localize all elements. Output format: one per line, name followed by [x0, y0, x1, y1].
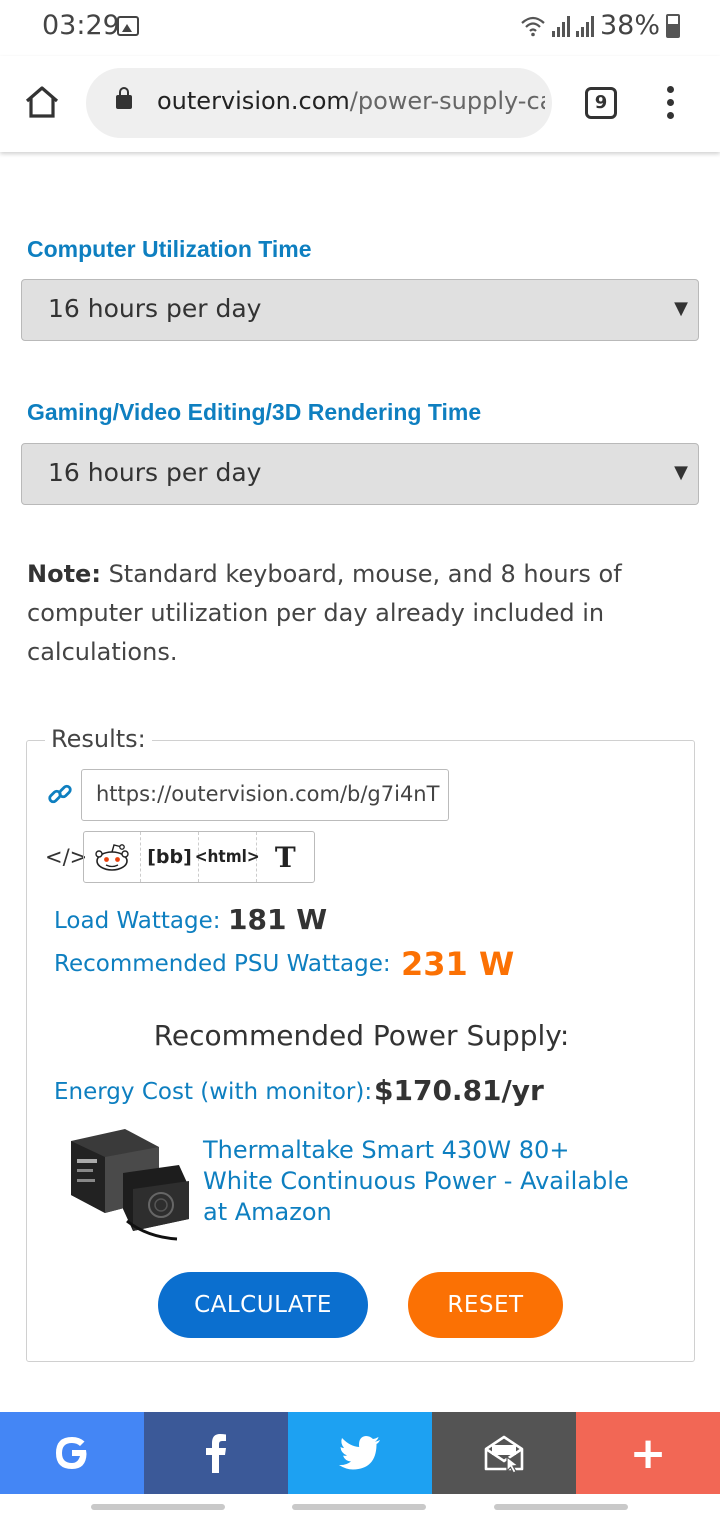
results-legend: Results: — [45, 725, 152, 753]
twitter-icon — [339, 1436, 380, 1470]
energy-cost-label: Energy Cost (with monitor): — [54, 1079, 373, 1105]
status-time: 03:29 — [42, 10, 120, 41]
tabs-icon[interactable]: 9 — [585, 87, 617, 119]
home-nav-button[interactable] — [292, 1504, 426, 1510]
battery-percent: 38% — [599, 10, 660, 41]
results-panel: Results: https://outervision.com/b/g7i4n… — [26, 725, 695, 1362]
psu-wattage-label: Recommended PSU Wattage: — [54, 951, 391, 977]
reddit-icon — [95, 844, 129, 871]
google-share-button[interactable] — [0, 1412, 144, 1494]
system-nav-bar — [0, 1494, 720, 1520]
chevron-down-icon: ▼ — [674, 462, 688, 483]
share-footer: + — [0, 1412, 720, 1494]
email-icon — [484, 1435, 524, 1473]
gallery-icon — [117, 16, 139, 36]
calculate-button[interactable]: CALCULATE — [158, 1272, 368, 1338]
note: Note: Standard keyboard, mouse, and 8 ho… — [27, 555, 667, 672]
embed-code-icon: </> — [45, 845, 88, 869]
share-url-input[interactable]: https://outervision.com/b/g7i4nT — [81, 769, 449, 821]
signal-icon — [551, 15, 570, 37]
more-share-button[interactable]: + — [576, 1412, 720, 1494]
reddit-share-button[interactable] — [84, 832, 142, 882]
menu-icon[interactable] — [664, 86, 676, 122]
link-icon — [48, 784, 72, 804]
load-wattage-value: 181 W — [228, 903, 328, 936]
gaming-select[interactable]: 16 hours per day ▼ — [21, 443, 699, 505]
chevron-down-icon: ▼ — [674, 298, 688, 319]
twitter-share-button[interactable] — [288, 1412, 432, 1494]
gaming-select-value: 16 hours per day — [48, 458, 262, 487]
address-bar[interactable]: outervision.com/power-supply-ca — [86, 68, 552, 138]
power-supply-image[interactable] — [67, 1129, 191, 1241]
url-text[interactable]: outervision.com/power-supply-ca — [157, 87, 545, 115]
status-bar: 03:29 38% — [0, 0, 720, 56]
energy-cost-value: $170.81/yr — [374, 1074, 544, 1107]
browser-toolbar: outervision.com/power-supply-ca 9 — [0, 56, 720, 152]
back-nav-button[interactable] — [494, 1504, 628, 1510]
facebook-icon — [206, 1434, 226, 1473]
status-indicators: 38% — [520, 10, 680, 41]
note-text: Standard keyboard, mouse, and 8 hours of… — [27, 560, 622, 666]
wifi-icon — [521, 16, 545, 36]
recommended-psu-title: Recommended Power Supply: — [153, 1019, 570, 1052]
share-toolbar: [bb] <html> T — [83, 831, 315, 883]
bbcode-share-button[interactable]: [bb] — [141, 832, 199, 882]
signal-icon-2 — [575, 15, 594, 37]
reset-button[interactable]: RESET — [408, 1272, 563, 1338]
gaming-label: Gaming/Video Editing/3D Rendering Time — [27, 399, 482, 425]
text-share-button[interactable]: T — [257, 832, 314, 882]
load-wattage-label: Load Wattage: — [54, 908, 221, 934]
recents-nav-button[interactable] — [91, 1504, 225, 1510]
note-label: Note: — [27, 560, 101, 588]
url-path: /power-supply-ca — [349, 87, 545, 115]
utilization-select-value: 16 hours per day — [48, 294, 262, 323]
lock-icon — [116, 87, 132, 109]
battery-icon — [666, 13, 680, 38]
utilization-label: Computer Utilization Time — [27, 236, 312, 262]
product-link[interactable]: Thermaltake Smart 430W 80+ White Continu… — [203, 1135, 643, 1228]
facebook-share-button[interactable] — [144, 1412, 288, 1494]
google-icon — [56, 1437, 87, 1469]
url-domain: outervision.com — [157, 87, 350, 115]
utilization-select[interactable]: 16 hours per day ▼ — [21, 279, 699, 341]
home-icon[interactable] — [24, 84, 60, 120]
email-share-button[interactable] — [432, 1412, 576, 1494]
html-share-button[interactable]: <html> — [195, 832, 260, 882]
plus-icon: + — [629, 1427, 667, 1479]
psu-wattage-value: 231 W — [401, 945, 515, 983]
